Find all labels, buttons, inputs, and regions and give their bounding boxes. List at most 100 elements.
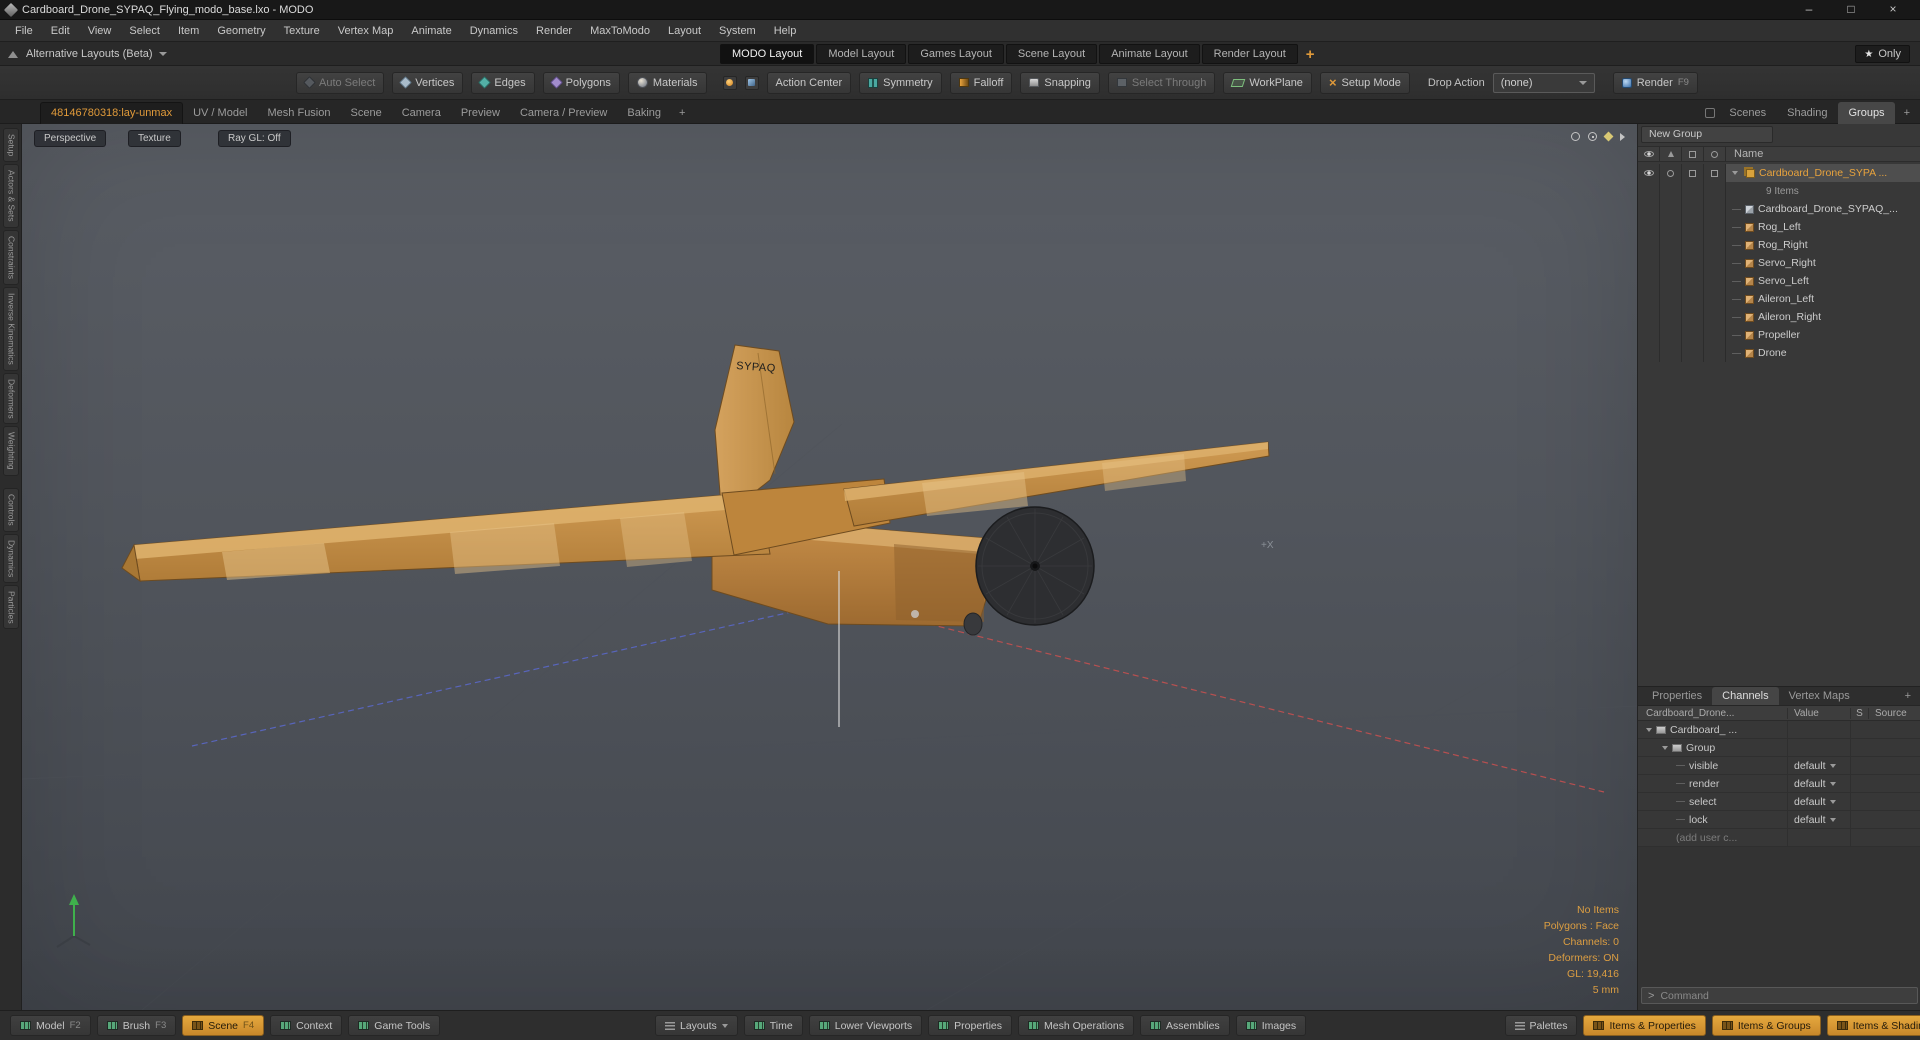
assemblies-button[interactable]: Assemblies (1140, 1015, 1230, 1036)
command-input[interactable] (1660, 989, 1881, 1002)
viewport-reset-icon[interactable] (1588, 132, 1597, 141)
add-user-channel-row[interactable]: (add user c... (1638, 829, 1920, 847)
maximize-icon[interactable]: □ (1830, 0, 1872, 19)
tab-preview[interactable]: Preview (451, 102, 510, 124)
tab-camera-preview[interactable]: Camera / Preview (510, 102, 617, 124)
texture-mode-button[interactable]: Texture (128, 130, 181, 147)
sidebar-item-weighting[interactable]: Weighting (2, 426, 19, 476)
images-button[interactable]: Images (1235, 1015, 1307, 1036)
sidebar-item-particles[interactable]: Particles (2, 584, 19, 630)
menu-geometry[interactable]: Geometry (208, 20, 274, 42)
perspective-button[interactable]: Perspective (34, 130, 107, 147)
viewport-canvas[interactable]: SYPAQ +X (22, 124, 1637, 1010)
render-toggle-icon[interactable] (1710, 150, 1718, 158)
items-properties-button[interactable]: Items & Properties (1583, 1015, 1706, 1036)
menu-file[interactable]: File (6, 20, 42, 42)
menu-render[interactable]: Render (527, 20, 581, 42)
name-column-header[interactable]: Name (1726, 148, 1763, 160)
expand-icon[interactable] (1732, 171, 1738, 175)
column-source[interactable]: Source (1869, 708, 1920, 719)
sidebar-item-deformers[interactable]: Deformers (2, 372, 19, 425)
layouts-button[interactable]: Layouts (655, 1015, 738, 1036)
menu-system[interactable]: System (710, 20, 765, 42)
list-item[interactable]: Aileron_Right (1638, 308, 1920, 326)
sidebar-item-inverse-kinematics[interactable]: Inverse Kinematics (2, 286, 19, 371)
ray-gl-button[interactable]: Ray GL: Off (218, 130, 291, 147)
menu-help[interactable]: Help (765, 20, 806, 42)
channel-value-select[interactable]: default (1788, 811, 1851, 828)
channel-row[interactable]: render default (1638, 775, 1920, 793)
polygons-button[interactable]: Polygons (542, 71, 620, 94)
auto-select-button[interactable]: Auto Select (296, 71, 385, 94)
tab-shading[interactable]: Shading (1777, 102, 1837, 124)
close-icon[interactable]: × (1872, 0, 1914, 19)
minimize-icon[interactable]: – (1788, 0, 1830, 19)
expand-icon[interactable] (1662, 745, 1668, 750)
menu-item[interactable]: Item (169, 20, 208, 42)
tab-scenes[interactable]: Scenes (1719, 102, 1776, 124)
workplane-button[interactable]: WorkPlane (1223, 71, 1312, 94)
menu-dynamics[interactable]: Dynamics (461, 20, 527, 42)
only-button[interactable]: ★ Only (1855, 45, 1910, 63)
context-mode-button[interactable]: Context (270, 1015, 343, 1036)
tab-uv-model[interactable]: UV / Model (183, 102, 257, 124)
lower-viewports-button[interactable]: Lower Viewports (808, 1015, 923, 1036)
item-name[interactable]: Servo_Left (1758, 275, 1809, 287)
list-item[interactable]: Cardboard_Drone_SYPAQ_... (1638, 200, 1920, 218)
channel-row[interactable]: lock default (1638, 811, 1920, 829)
item-name[interactable]: Drone (1758, 347, 1787, 359)
game-tools-button[interactable]: Game Tools (348, 1015, 441, 1036)
menu-edit[interactable]: Edit (42, 20, 79, 42)
list-item[interactable]: Drone (1638, 344, 1920, 362)
item-name[interactable]: Propeller (1758, 329, 1800, 341)
panel-expand-icon[interactable] (1705, 108, 1716, 118)
brush-mode-button[interactable]: Brush F3 (96, 1015, 177, 1036)
viewport-3d[interactable]: SYPAQ +X Perspective Texture Ray GL: Off… (22, 124, 1637, 1010)
action-center-button[interactable]: Action Center (766, 71, 852, 94)
tab-properties[interactable]: Properties (1642, 687, 1712, 705)
column-s[interactable]: S (1851, 707, 1869, 719)
channel-row[interactable]: visible default (1638, 757, 1920, 775)
list-item[interactable]: Servo_Left (1638, 272, 1920, 290)
item-name[interactable]: Rog_Right (1758, 239, 1808, 251)
item-name[interactable]: Aileron_Left (1758, 293, 1814, 305)
tab-modo-layout[interactable]: MODO Layout (720, 44, 815, 64)
list-item[interactable]: Aileron_Left (1638, 290, 1920, 308)
sidebar-item-constraints[interactable]: Constraints (2, 229, 19, 285)
vertices-button[interactable]: Vertices (392, 71, 464, 94)
scene-mode-button[interactable]: Scene F4 (182, 1015, 265, 1036)
viewport-rotate-icon[interactable] (1571, 132, 1580, 141)
lock-icon[interactable] (1688, 169, 1696, 177)
edges-button[interactable]: Edges (471, 71, 535, 94)
expand-icon[interactable] (1646, 727, 1652, 732)
action-center-local-icon[interactable] (744, 75, 759, 90)
symmetry-button[interactable]: Symmetry (859, 71, 942, 94)
tab-animate-layout[interactable]: Animate Layout (1099, 44, 1200, 64)
menu-texture[interactable]: Texture (275, 20, 329, 42)
menu-layout[interactable]: Layout (659, 20, 710, 42)
channel-value-select[interactable]: default (1788, 793, 1851, 810)
item-name[interactable]: Aileron_Right (1758, 311, 1821, 323)
tab-games-layout[interactable]: Games Layout (908, 44, 1004, 64)
palettes-button[interactable]: Palettes (1504, 1015, 1578, 1036)
list-item[interactable]: Servo_Right (1638, 254, 1920, 272)
menu-maxtomodo[interactable]: MaxToModo (581, 20, 659, 42)
tab-render-layout[interactable]: Render Layout (1201, 44, 1298, 64)
tab-scene-instance[interactable]: 48146780318:lay-unmax (40, 102, 184, 124)
channel-row-root[interactable]: Cardboard_ ... (1638, 721, 1920, 739)
time-button[interactable]: Time (743, 1015, 803, 1036)
viewport-expand-icon[interactable] (1620, 132, 1625, 141)
eye-icon[interactable] (1643, 170, 1654, 176)
tab-scene[interactable]: Scene (341, 102, 392, 124)
menu-animate[interactable]: Animate (402, 20, 460, 42)
new-group-button[interactable]: New Group (1641, 126, 1773, 143)
list-item[interactable]: Propeller (1638, 326, 1920, 344)
list-item[interactable]: Rog_Right (1638, 236, 1920, 254)
add-layout-button[interactable]: + (1300, 46, 1321, 63)
tab-camera[interactable]: Camera (392, 102, 451, 124)
viewport-options-icon[interactable] (1603, 131, 1614, 142)
select-through-button[interactable]: Select Through (1107, 71, 1216, 94)
group-name[interactable]: Cardboard_Drone_SYPA ... (1759, 167, 1887, 179)
tab-baking[interactable]: Baking (617, 102, 671, 124)
tab-channels[interactable]: Channels (1712, 687, 1779, 705)
